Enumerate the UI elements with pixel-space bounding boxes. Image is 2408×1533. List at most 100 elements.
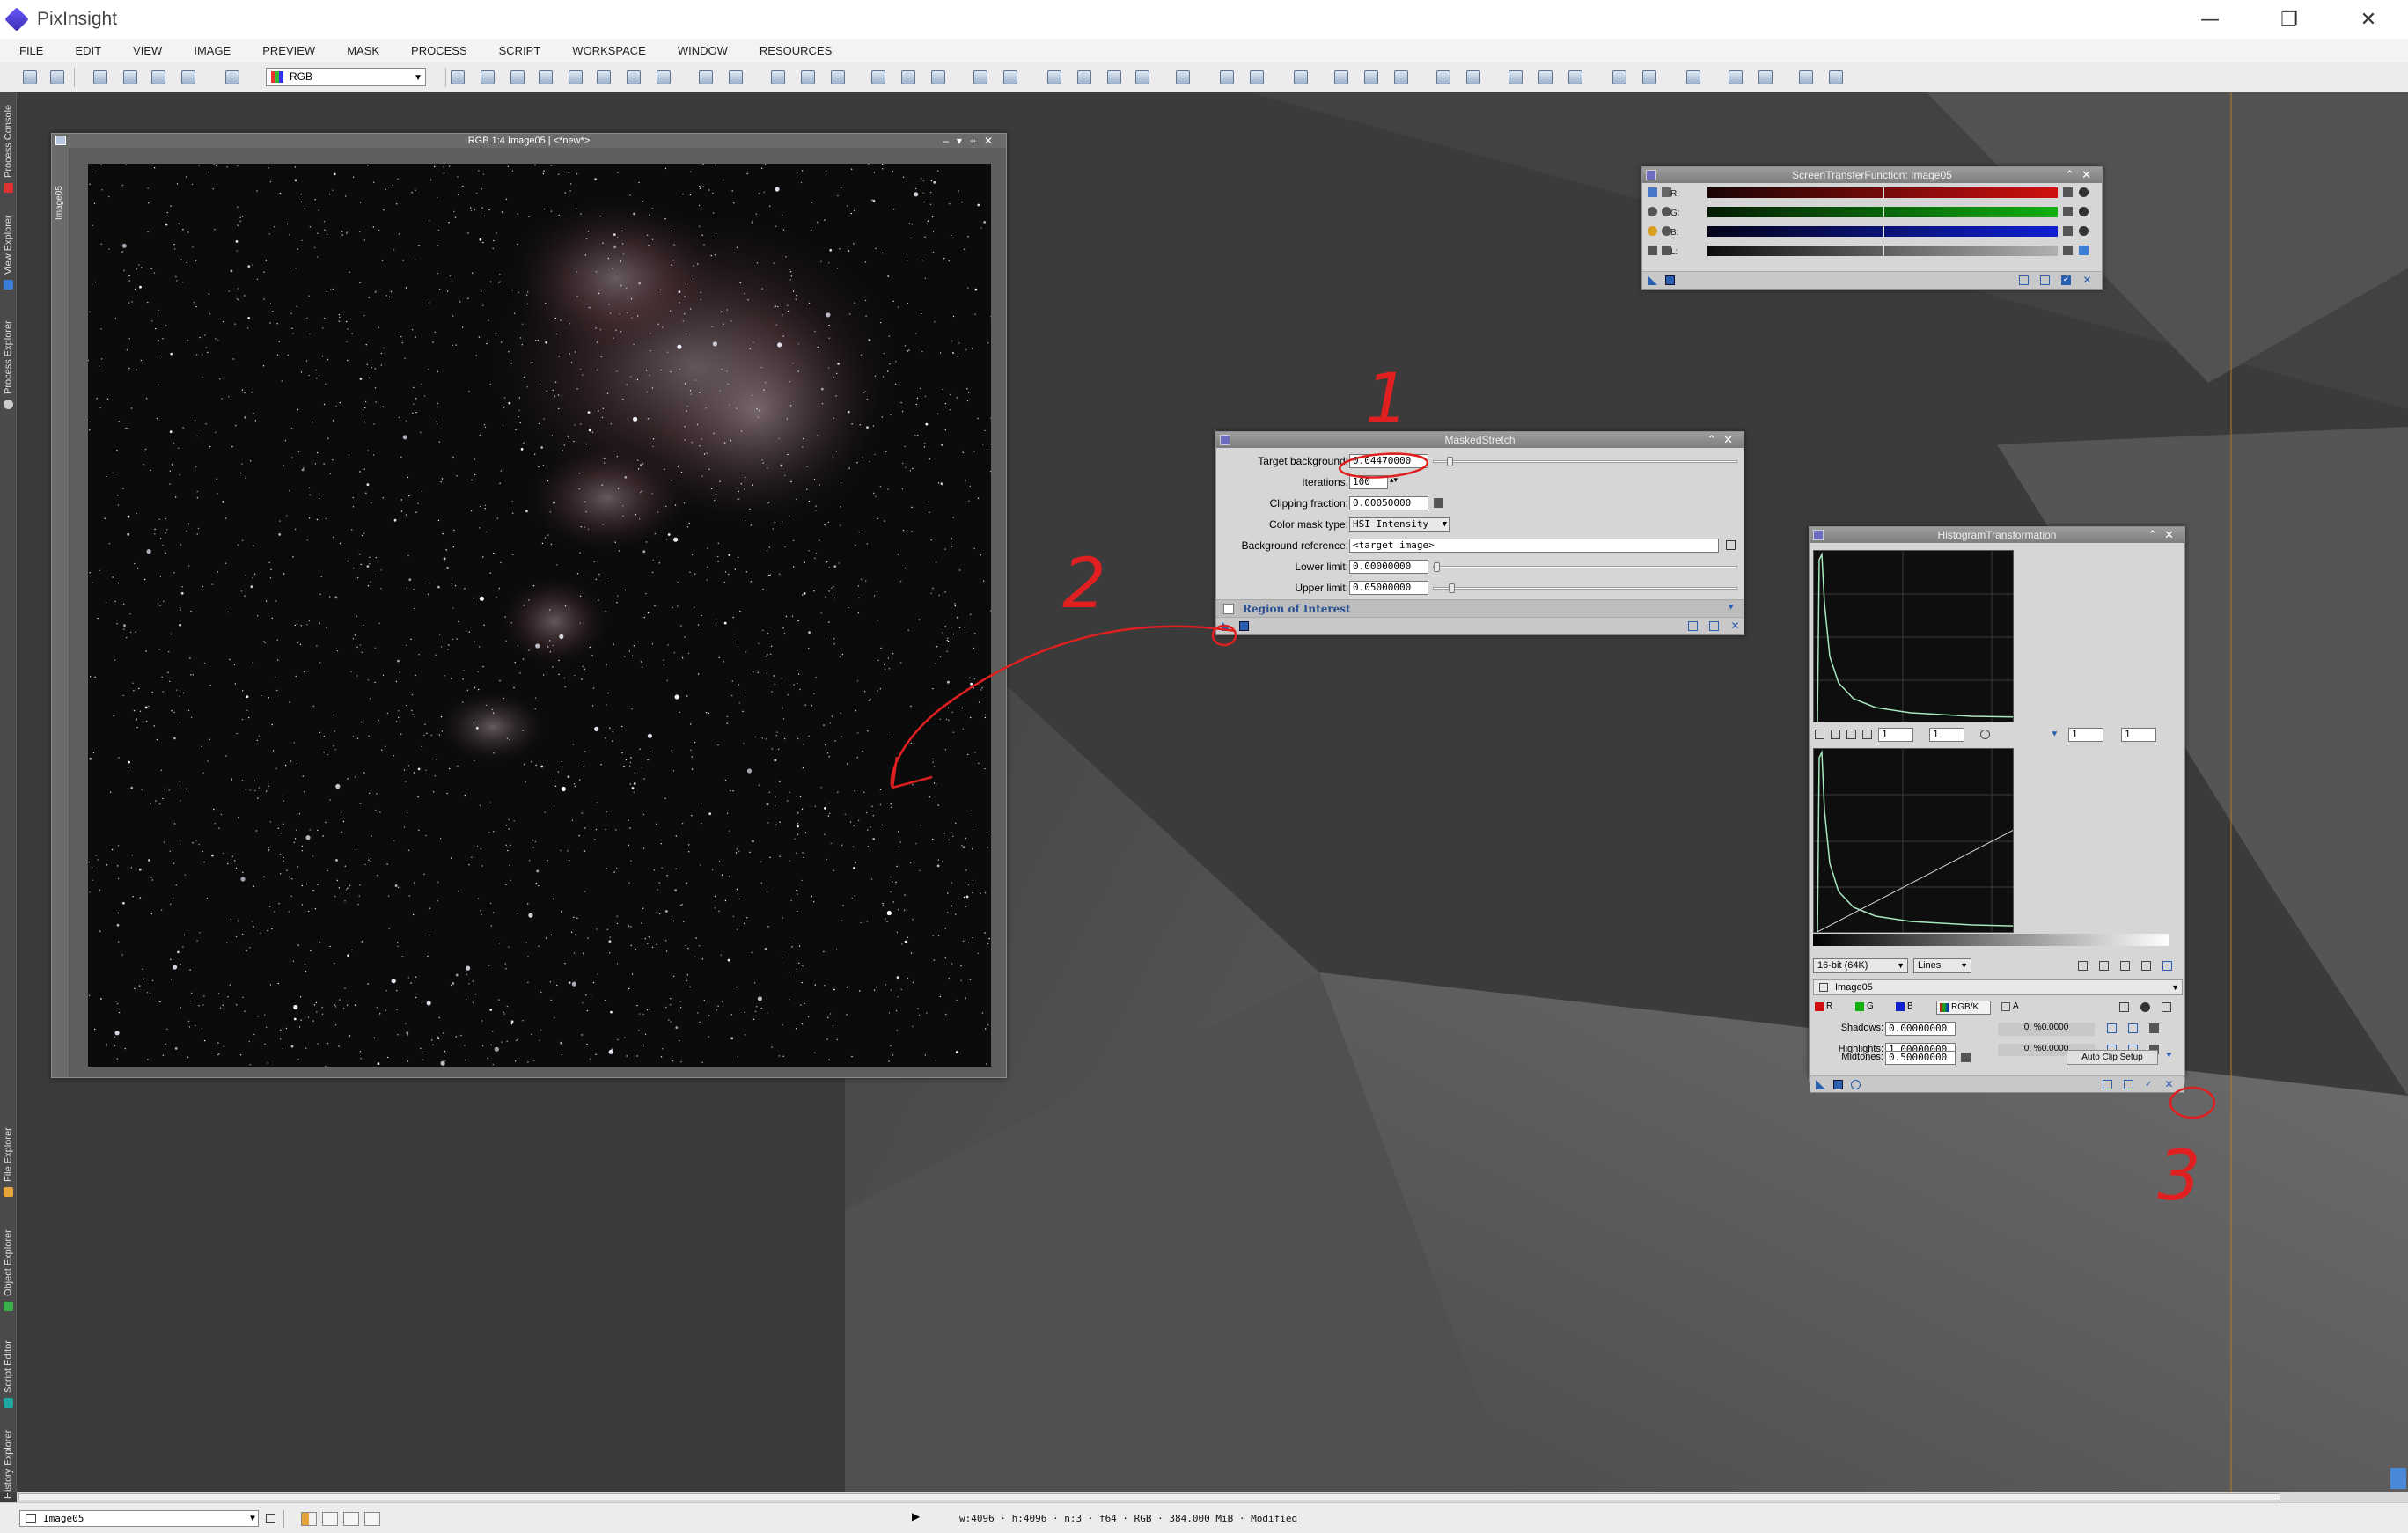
checkmark-icon[interactable]: ✓ — [2145, 1080, 2155, 1089]
reset-icon[interactable]: ✕ — [2082, 275, 2092, 285]
mask-mode-4-icon[interactable] — [364, 1512, 380, 1526]
pan-mode-icon[interactable] — [539, 70, 553, 84]
tab-object-explorer[interactable]: Object Explorer — [1, 1206, 16, 1311]
browse-doc-icon[interactable] — [2019, 275, 2029, 285]
apply-global-icon[interactable] — [1239, 621, 1249, 631]
stf-channel-l-bar[interactable] — [1707, 246, 2058, 256]
save-icon[interactable] — [151, 70, 165, 84]
stf-channel-b-bar[interactable] — [1707, 226, 2058, 237]
channel-a-button[interactable]: A — [2013, 1001, 2019, 1011]
checkmark-icon[interactable]: ✓ — [2061, 275, 2071, 285]
monitor-icon[interactable] — [1686, 70, 1700, 84]
zoom-1to1-icon[interactable] — [510, 70, 525, 84]
iterations-input[interactable]: 100 — [1349, 475, 1388, 489]
mask-remove-icon[interactable] — [1135, 70, 1149, 84]
new-instance-icon[interactable] — [1816, 1080, 1825, 1089]
slider-handle[interactable] — [1434, 562, 1440, 572]
color-space-select[interactable]: RGB ▼ — [266, 68, 426, 86]
process-copy-icon[interactable] — [1394, 70, 1408, 84]
mask-mode-2-icon[interactable] — [322, 1512, 338, 1526]
status-view-select[interactable]: Image05 ▼ — [19, 1510, 259, 1527]
menu-image[interactable]: IMAGE — [194, 44, 231, 57]
tab-script-editor[interactable]: Script Editor — [1, 1320, 16, 1408]
menu-view[interactable]: VIEW — [133, 44, 162, 57]
shadows-reset-icon[interactable] — [2149, 1023, 2159, 1033]
browse-doc-icon[interactable] — [1688, 621, 1698, 631]
workspace-hscrollbar[interactable] — [17, 1492, 2408, 1502]
input-histogram[interactable] — [1813, 550, 2014, 722]
scrollbar-thumb[interactable] — [18, 1493, 2280, 1500]
menu-edit[interactable]: EDIT — [75, 44, 101, 57]
menu-resources[interactable]: RESOURCES — [760, 44, 832, 57]
stf-r-reset-icon[interactable] — [2063, 187, 2073, 197]
move-icon[interactable] — [1862, 730, 1872, 739]
mask-mode-icon[interactable] — [301, 1512, 317, 1526]
stf-toggle-icon[interactable] — [1176, 70, 1190, 84]
edit-instance-icon[interactable] — [2040, 275, 2050, 285]
tab-process-explorer[interactable]: Process Explorer — [1, 300, 16, 409]
readout-mode-icon[interactable] — [451, 70, 465, 84]
open-file-icon[interactable] — [93, 70, 107, 84]
image-window[interactable]: RGB 1:4 Image05 | <*new*> –▾+✕ Image05 — [51, 133, 1007, 1078]
magnifier-icon[interactable] — [1980, 730, 1990, 739]
play-icon[interactable]: ▶ — [912, 1510, 920, 1522]
edit-instance-icon[interactable] — [2124, 1080, 2133, 1089]
menu-script[interactable]: SCRIPT — [499, 44, 541, 57]
menu-window[interactable]: WINDOW — [678, 44, 728, 57]
tab-process-console[interactable]: Process Console — [1, 96, 16, 193]
zoom-out-alt-icon[interactable] — [801, 70, 815, 84]
window-menu-icon[interactable] — [55, 136, 66, 145]
process-icon[interactable] — [1334, 70, 1348, 84]
layout-1-icon[interactable] — [1509, 70, 1523, 84]
layout-3-icon[interactable] — [1568, 70, 1582, 84]
preview-mode-icon[interactable] — [627, 70, 641, 84]
cascade-windows-icon[interactable] — [1003, 70, 1017, 84]
mask-show-icon[interactable] — [1047, 70, 1061, 84]
preview-new-icon[interactable] — [1220, 70, 1234, 84]
share-icon[interactable] — [1799, 70, 1813, 84]
curve-icon[interactable] — [2141, 961, 2151, 971]
channel-r-button[interactable]: R — [1826, 1001, 1832, 1011]
reset-icon[interactable]: ✕ — [2164, 1079, 2174, 1089]
mask-enable-icon[interactable] — [1107, 70, 1121, 84]
share-alt-icon[interactable] — [1829, 70, 1843, 84]
histogram-window-buttons[interactable]: ⌃✕ — [2147, 527, 2181, 543]
menu-mask[interactable]: MASK — [347, 44, 379, 57]
slider-handle[interactable] — [1447, 457, 1454, 466]
workspace-1-icon[interactable] — [1612, 70, 1626, 84]
stf-g-reset-icon[interactable] — [2063, 207, 2073, 216]
zoom-in-alt-icon[interactable] — [771, 70, 785, 84]
histogram-titlebar[interactable]: HistogramTransformation ⌃✕ — [1810, 527, 2184, 543]
close-button[interactable]: ✕ — [2329, 0, 2408, 39]
corner-icon[interactable] — [2390, 1468, 2406, 1489]
real-time-preview-icon[interactable] — [1851, 1080, 1861, 1089]
horizontal-zoom-input[interactable]: 1 — [1878, 728, 1913, 742]
zoom-fit-icon[interactable] — [481, 70, 495, 84]
zoom-out-icon[interactable] — [729, 70, 743, 84]
tab-view-explorer[interactable]: View Explorer — [1, 202, 16, 290]
zoom-actual-icon[interactable] — [831, 70, 845, 84]
menu-preview[interactable]: PREVIEW — [262, 44, 315, 57]
target-background-input[interactable]: 0.04470000 — [1349, 454, 1428, 468]
astro-image[interactable] — [88, 164, 991, 1067]
color-mask-type-select[interactable]: HSI Intensity ▼ — [1349, 517, 1450, 532]
stf-b-settings-icon[interactable] — [2079, 226, 2089, 236]
roi-checkbox[interactable] — [1223, 604, 1234, 614]
target-background-slider[interactable] — [1433, 457, 1737, 466]
rgb-graph-icon[interactable] — [2099, 961, 2109, 971]
lower-limit-input[interactable]: 0.00000000 — [1349, 560, 1428, 574]
channel-g-button[interactable]: G — [1867, 1001, 1874, 1011]
menu-workspace[interactable]: WORKSPACE — [572, 44, 646, 57]
auto-zero-shadows-icon[interactable] — [2107, 1023, 2117, 1033]
expand-icon[interactable]: ⯆ — [2165, 1051, 2173, 1062]
upper-limit-slider[interactable] — [1433, 583, 1737, 593]
edit-instance-icon[interactable] — [1709, 621, 1719, 631]
output-histogram[interactable] — [1813, 748, 2014, 933]
expand-arrows-icon[interactable] — [1846, 730, 1856, 739]
stf-l-reset-icon[interactable] — [2063, 246, 2073, 255]
minimize-button[interactable]: — — [2170, 0, 2250, 39]
layout-2-icon[interactable] — [1538, 70, 1553, 84]
fit-view-icon[interactable] — [871, 70, 885, 84]
background-reference-input[interactable]: <target image> — [1349, 539, 1719, 553]
image-window-buttons[interactable]: –▾+✕ — [943, 134, 1001, 148]
